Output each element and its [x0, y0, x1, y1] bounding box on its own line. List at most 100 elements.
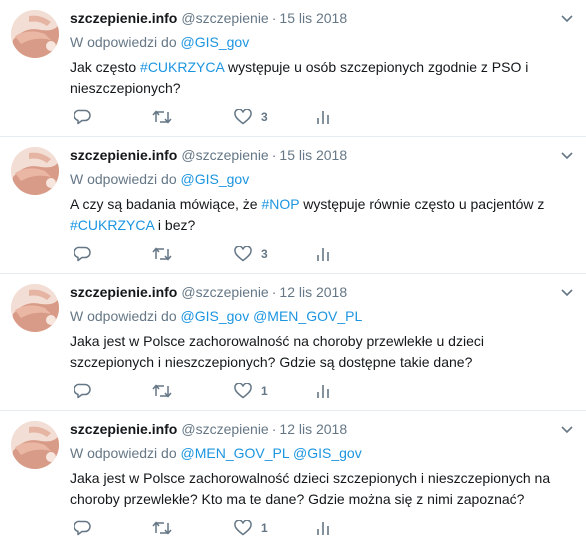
tweet[interactable]: szczepienie.info @szczepienie · 12 lis 2018… — [0, 411, 586, 548]
author-name[interactable]: szczepienie.info — [70, 10, 177, 26]
retweet-icon — [152, 109, 172, 125]
like-count: 3 — [261, 110, 268, 124]
like-count: 3 — [261, 247, 268, 261]
hashtag-link[interactable]: #CUKRZYCA — [140, 59, 224, 75]
tweet-text: Jaka jest w Polsce zachorowalność na cho… — [70, 331, 568, 373]
caret-down-icon[interactable] — [560, 285, 574, 299]
analytics-icon — [316, 109, 330, 125]
reply-button[interactable] — [74, 519, 91, 537]
reply-icon — [74, 520, 91, 536]
author-name[interactable]: szczepienie.info — [70, 147, 177, 163]
heart-icon — [234, 109, 252, 125]
reply-button[interactable] — [74, 245, 91, 263]
reply-button[interactable] — [74, 108, 91, 126]
replying-to-label: W odpowiedzi do — [70, 34, 177, 50]
caret-down-icon[interactable] — [560, 11, 574, 25]
tweet-text: Jak często #CUKRZYCA występuje u osób sz… — [70, 57, 568, 99]
avatar[interactable] — [11, 147, 59, 195]
tweet-date[interactable]: 12 lis 2018 — [279, 284, 347, 300]
text-part: i bez? — [154, 217, 196, 233]
separator-dot: · — [271, 284, 277, 300]
separator-dot: · — [271, 10, 277, 26]
mention-link[interactable]: @GIS_gov — [181, 308, 250, 324]
analytics-icon — [316, 383, 330, 399]
retweet-icon — [152, 246, 172, 262]
reply-icon — [74, 383, 91, 399]
retweet-button[interactable] — [152, 382, 172, 400]
text-part: Jaka jest w Polsce zachorowalność dzieci… — [70, 470, 551, 507]
like-count: 1 — [261, 521, 268, 535]
analytics-button[interactable] — [316, 245, 330, 263]
separator-dot: · — [271, 147, 277, 163]
replying-to-label: W odpowiedzi do — [70, 308, 177, 324]
like-button[interactable]: 3 — [234, 108, 268, 126]
tweet-header: szczepienie.info @szczepienie · 12 lis 2018 — [70, 283, 576, 301]
retweet-button[interactable] — [152, 245, 172, 263]
tweet-timeline: szczepienie.info @szczepienie · 15 lis 2018… — [0, 0, 586, 548]
retweet-icon — [152, 520, 172, 536]
tweet[interactable]: szczepienie.info @szczepienie · 15 lis 2018… — [0, 0, 586, 137]
analytics-button[interactable] — [316, 382, 330, 400]
author-handle[interactable]: @szczepienie — [181, 10, 268, 26]
tweet-actions: 3 — [70, 108, 350, 126]
heart-icon — [234, 520, 252, 536]
replying-to: W odpowiedzi do @MEN_GOV_PL @GIS_gov — [70, 444, 362, 462]
tweet[interactable]: szczepienie.info @szczepienie · 15 lis 2018… — [0, 137, 586, 274]
replying-to-label: W odpowiedzi do — [70, 445, 177, 461]
text-part: A czy są badania mówiące, że — [70, 196, 262, 212]
like-button[interactable]: 1 — [234, 519, 268, 537]
tweet-header: szczepienie.info @szczepienie · 15 lis 2018 — [70, 9, 576, 27]
analytics-button[interactable] — [316, 108, 330, 126]
heart-icon — [234, 246, 252, 262]
avatar[interactable] — [11, 284, 59, 332]
hashtag-link[interactable]: #NOP — [261, 196, 299, 212]
analytics-icon — [316, 246, 330, 262]
replying-to: W odpowiedzi do @GIS_gov — [70, 170, 249, 188]
text-part: Jaka jest w Polsce zachorowalność na cho… — [70, 333, 484, 370]
like-count: 1 — [261, 384, 268, 398]
text-part: występuje równie często u pacjentów z — [299, 196, 545, 212]
mention-link[interactable]: @MEN_GOV_PL — [253, 308, 362, 324]
author-name[interactable]: szczepienie.info — [70, 284, 177, 300]
heart-icon — [234, 383, 252, 399]
separator-dot: · — [271, 421, 277, 437]
author-handle[interactable]: @szczepienie — [181, 147, 268, 163]
tweet-actions: 3 — [70, 245, 350, 263]
caret-down-icon[interactable] — [560, 422, 574, 436]
mention-link[interactable]: @MEN_GOV_PL — [181, 445, 290, 461]
tweet-text: A czy są badania mówiące, że #NOP występ… — [70, 194, 568, 236]
text-part: Jak często — [70, 59, 141, 75]
hashtag-link[interactable]: #CUKRZYCA — [70, 217, 154, 233]
tweet-text: Jaka jest w Polsce zachorowalność dzieci… — [70, 468, 568, 510]
like-button[interactable]: 3 — [234, 245, 268, 263]
like-button[interactable]: 1 — [234, 382, 268, 400]
author-handle[interactable]: @szczepienie — [181, 284, 268, 300]
retweet-button[interactable] — [152, 519, 172, 537]
reply-icon — [74, 109, 91, 125]
tweet-date[interactable]: 15 lis 2018 — [279, 147, 347, 163]
tweet-date[interactable]: 15 lis 2018 — [279, 10, 347, 26]
avatar[interactable] — [11, 10, 59, 58]
author-name[interactable]: szczepienie.info — [70, 421, 177, 437]
tweet-date[interactable]: 12 lis 2018 — [279, 421, 347, 437]
analytics-button[interactable] — [316, 519, 330, 537]
replying-to-label: W odpowiedzi do — [70, 171, 177, 187]
tweet[interactable]: szczepienie.info @szczepienie · 12 lis 2018… — [0, 274, 586, 411]
analytics-icon — [316, 520, 330, 536]
reply-icon — [74, 246, 91, 262]
retweet-button[interactable] — [152, 108, 172, 126]
tweet-header: szczepienie.info @szczepienie · 15 lis 2018 — [70, 146, 576, 164]
avatar[interactable] — [11, 421, 59, 469]
replying-to: W odpowiedzi do @GIS_gov @MEN_GOV_PL — [70, 307, 362, 325]
tweet-actions: 1 — [70, 519, 350, 537]
reply-button[interactable] — [74, 382, 91, 400]
caret-down-icon[interactable] — [560, 148, 574, 162]
mention-link[interactable]: @GIS_gov — [181, 34, 250, 50]
replying-to: W odpowiedzi do @GIS_gov — [70, 33, 249, 51]
mention-link[interactable]: @GIS_gov — [293, 445, 362, 461]
tweet-actions: 1 — [70, 382, 350, 400]
tweet-header: szczepienie.info @szczepienie · 12 lis 2018 — [70, 420, 576, 438]
retweet-icon — [152, 383, 172, 399]
mention-link[interactable]: @GIS_gov — [181, 171, 250, 187]
author-handle[interactable]: @szczepienie — [181, 421, 268, 437]
